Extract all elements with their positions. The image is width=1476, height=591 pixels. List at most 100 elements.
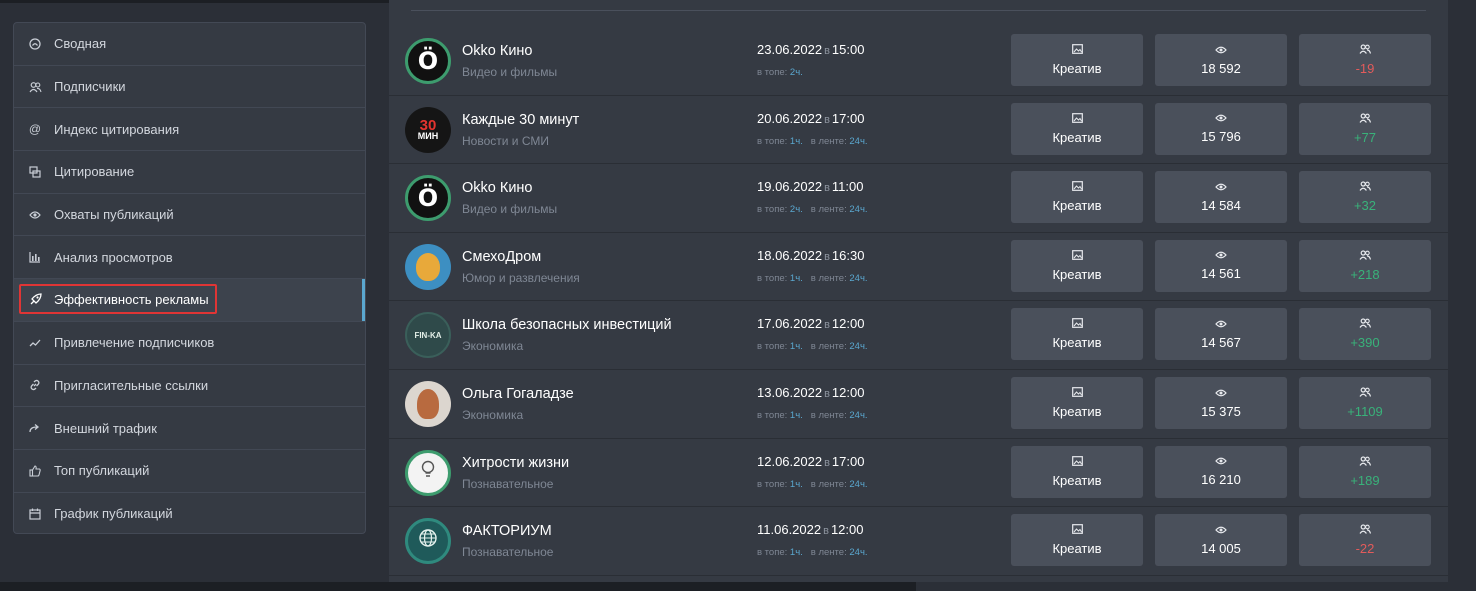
channel-avatar[interactable]: FIN-KA bbox=[405, 312, 451, 359]
table-row[interactable]: ФАКТОРИУМ Познавательное 11.06.2022 в 12:0… bbox=[389, 507, 1448, 576]
image-icon bbox=[1071, 387, 1083, 400]
image-icon bbox=[1071, 249, 1083, 263]
sidebar-item-external-traffic[interactable]: Внешний трафик bbox=[14, 407, 365, 450]
table-row[interactable]: FIN-KA Школа безопасных инвестиций Эконо… bbox=[389, 301, 1448, 370]
subscribers-card: +77 bbox=[1299, 102, 1431, 155]
channel-name[interactable]: ФАКТОРИУМ bbox=[462, 523, 552, 539]
highlight-frame bbox=[19, 284, 217, 315]
views-card: 14 584 bbox=[1155, 171, 1287, 224]
channel-avatar[interactable] bbox=[405, 518, 451, 565]
channel-avatar[interactable]: Ö bbox=[405, 38, 451, 84]
channel-category: Экономика bbox=[462, 408, 524, 422]
thumbs-up-icon bbox=[28, 464, 42, 478]
channel-category: Видео и фильмы bbox=[462, 202, 558, 217]
post-duration: в топе: 1ч. в ленте: 24ч. bbox=[757, 478, 868, 490]
post-duration: в топе: 1ч. в ленте: 24ч. bbox=[757, 135, 868, 147]
image-icon bbox=[1071, 524, 1083, 537]
sidebar-item-label: График публикаций bbox=[54, 506, 173, 522]
table-row[interactable]: СмехоДром Юмор и развлечения 18.06.2022 в… bbox=[389, 233, 1448, 302]
sidebar-item-label: Внешний трафик bbox=[54, 420, 157, 436]
channel-name[interactable]: Каждые 30 минут bbox=[462, 112, 579, 128]
creative-button[interactable]: Креатив bbox=[1011, 34, 1143, 86]
users-icon bbox=[1359, 250, 1372, 263]
table-row[interactable]: Ольга Гогаладзе Экономика 13.06.2022 в 12:… bbox=[389, 370, 1448, 439]
post-datetime: 18.06.2022 в 16:30 bbox=[757, 247, 865, 263]
bar-chart-icon bbox=[28, 250, 42, 264]
creative-button[interactable]: Креатив bbox=[1011, 102, 1143, 155]
globe-icon bbox=[417, 527, 439, 555]
eye-icon bbox=[1215, 388, 1227, 400]
subscribers-card: +32 bbox=[1299, 171, 1431, 224]
views-card: 15 796 bbox=[1155, 102, 1287, 155]
calendar-icon bbox=[28, 507, 42, 521]
table-row[interactable]: Ö Okko Кино Видео и фильмы 19.06.2022 в 11… bbox=[389, 164, 1448, 233]
channel-category: Юмор и развлечения bbox=[462, 270, 580, 285]
sidebar-item-summary[interactable]: Сводная bbox=[14, 23, 365, 66]
sidebar-item-label: Привлечение подписчиков bbox=[54, 335, 215, 351]
eye-icon bbox=[1215, 456, 1227, 468]
table-row[interactable]: Ö Okko Кино Видео и фильмы 23.06.2022 в 15… bbox=[389, 27, 1448, 96]
trend-icon bbox=[28, 336, 42, 350]
table-row[interactable]: 30 МИН Каждые 30 минут Новости и СМИ 20.0… bbox=[389, 96, 1448, 165]
channel-category: Познавательное bbox=[462, 545, 554, 560]
subscribers-card: +218 bbox=[1299, 239, 1431, 292]
creative-button[interactable]: Креатив bbox=[1011, 445, 1143, 498]
lightbulb-icon bbox=[420, 460, 436, 485]
channel-name[interactable]: Okko Кино bbox=[462, 43, 533, 59]
post-duration: в топе: 2ч. bbox=[757, 67, 803, 78]
channel-avatar[interactable] bbox=[405, 243, 451, 290]
channel-name[interactable]: Okko Кино bbox=[462, 180, 533, 196]
creative-button[interactable]: Креатив bbox=[1011, 171, 1143, 224]
sidebar-item-views-analysis[interactable]: Анализ просмотров bbox=[14, 236, 365, 280]
sidebar-item-label: Пригласительные ссылки bbox=[54, 377, 209, 393]
channel-avatar[interactable] bbox=[405, 381, 451, 427]
channel-name[interactable]: СмехоДром bbox=[462, 249, 541, 265]
sidebar-item-citation-index[interactable]: @ Индекс цитирования bbox=[14, 108, 365, 152]
sidebar-item-invite-links[interactable]: Пригласительные ссылки bbox=[14, 365, 365, 408]
link-icon bbox=[28, 378, 42, 392]
eye-icon bbox=[1215, 45, 1227, 57]
creative-button[interactable]: Креатив bbox=[1011, 514, 1143, 567]
users-icon bbox=[28, 80, 42, 94]
eye-icon bbox=[1215, 182, 1227, 194]
creative-button[interactable]: Креатив bbox=[1011, 377, 1143, 429]
channel-avatar[interactable]: Ö bbox=[405, 175, 451, 222]
users-icon bbox=[1359, 112, 1372, 126]
users-icon bbox=[1359, 318, 1372, 331]
creative-button[interactable]: Креатив bbox=[1011, 308, 1143, 361]
table-row[interactable]: Хитрости жизни Познавательное 12.06.2022… bbox=[389, 439, 1448, 508]
quote-icon bbox=[28, 165, 42, 179]
channel-name[interactable]: Хитрости жизни bbox=[462, 455, 569, 471]
creative-button[interactable]: Креатив bbox=[1011, 239, 1143, 292]
channel-name[interactable]: Школа безопасных инвестиций bbox=[462, 317, 672, 333]
sidebar-item-subscribers[interactable]: Подписчики bbox=[14, 66, 365, 109]
sidebar-item-label: Цитирование bbox=[54, 164, 135, 180]
sidebar-item-reach[interactable]: Охваты публикаций bbox=[14, 194, 365, 237]
post-duration: в топе: 1ч. в ленте: 24ч. bbox=[757, 410, 868, 421]
sidebar-item-posting-schedule[interactable]: График публикаций bbox=[14, 493, 365, 533]
sidebar-item-top-posts[interactable]: Топ публикаций bbox=[14, 450, 365, 493]
sidebar-item-subscriber-acquisition[interactable]: Привлечение подписчиков bbox=[14, 322, 365, 365]
channel-category: Экономика bbox=[462, 339, 524, 354]
subscribers-card: +189 bbox=[1299, 445, 1431, 498]
channel-category: Познавательное bbox=[462, 476, 554, 491]
eye-icon bbox=[28, 208, 42, 222]
channel-avatar[interactable]: 30 МИН bbox=[405, 106, 451, 153]
channel-category: Новости и СМИ bbox=[462, 133, 549, 148]
subscribers-card: +390 bbox=[1299, 308, 1431, 361]
subscribers-card: -22 bbox=[1299, 514, 1431, 567]
post-datetime: 20.06.2022 в 17:00 bbox=[757, 110, 865, 126]
views-card: 14 005 bbox=[1155, 514, 1287, 567]
channel-name[interactable]: Ольга Гогаладзе bbox=[462, 386, 574, 402]
channel-avatar[interactable] bbox=[405, 449, 451, 496]
share-icon bbox=[28, 421, 42, 435]
sidebar-nav: Сводная Подписчики @ Индекс цитирования … bbox=[13, 22, 366, 534]
views-card: 15 375 bbox=[1155, 377, 1287, 429]
sidebar-item-citations[interactable]: Цитирование bbox=[14, 151, 365, 194]
eye-icon bbox=[1215, 525, 1227, 537]
sidebar-item-ad-efficiency[interactable]: Эффективность рекламы bbox=[14, 279, 365, 322]
subscribers-card: -19 bbox=[1299, 34, 1431, 86]
ad-posts-list: Ö Okko Кино Видео и фильмы 23.06.2022 в 15… bbox=[389, 0, 1448, 582]
divider bbox=[411, 10, 1426, 11]
eye-icon bbox=[1215, 113, 1227, 125]
